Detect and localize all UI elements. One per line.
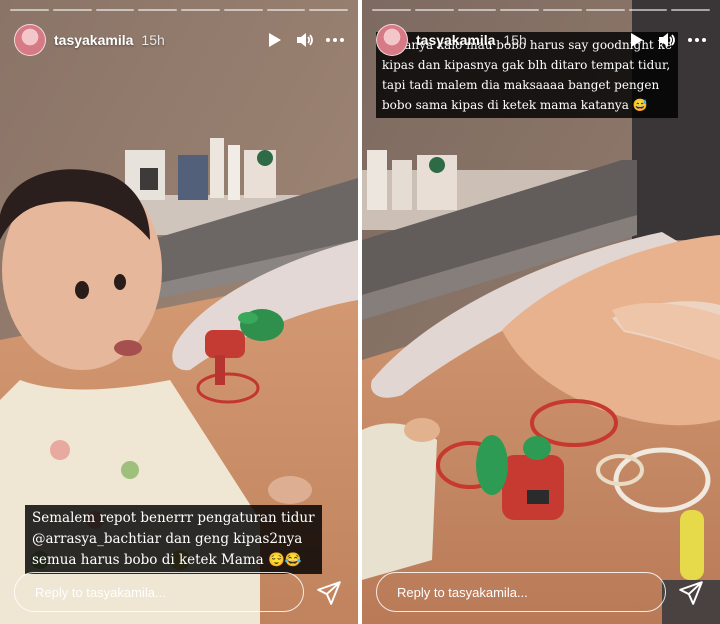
more-options-icon[interactable] (326, 31, 344, 49)
send-icon[interactable] (678, 580, 704, 606)
caption-line: tapi tadi malem dia maksaaaa banget peng… (382, 78, 660, 92)
send-icon[interactable] (316, 580, 342, 606)
story-left[interactable]: tasyakamila 15h Semalem repot benerrr pe… (0, 0, 358, 624)
avatar[interactable] (376, 24, 408, 56)
volume-icon[interactable] (296, 31, 314, 49)
reply-placeholder: Reply to tasyakamila... (35, 584, 166, 600)
reply-input[interactable]: Reply to tasyakamila... (376, 572, 666, 612)
play-icon[interactable] (266, 31, 284, 49)
story-progress-bar (10, 9, 348, 11)
caption-line: kipas dan kipasnya gak blh ditaro tempat… (382, 58, 671, 72)
caption-line: semua harus bobo di ketek Mama 😌😂 (32, 552, 302, 568)
caption-line: @arrasya_bachtiar dan geng kipas2nya (32, 531, 303, 547)
volume-icon[interactable] (658, 31, 676, 49)
story-progress-bar (372, 9, 710, 11)
username[interactable]: tasyakamila (416, 32, 495, 48)
timestamp: 15h (503, 32, 527, 48)
story-header: tasyakamila 15h (376, 24, 706, 56)
username[interactable]: tasyakamila (54, 32, 133, 48)
reply-input[interactable]: Reply to tasyakamila... (14, 572, 304, 612)
story-header: tasyakamila 15h (14, 24, 344, 56)
story-right[interactable]: tasyakamila 15h Kasanya kalo mau bobo ha… (362, 0, 720, 624)
caption-line: Semalem repot benerrr pengaturan tidur (32, 510, 315, 526)
more-options-icon[interactable] (688, 31, 706, 49)
timestamp: 15h (141, 32, 165, 48)
reply-placeholder: Reply to tasyakamila... (397, 584, 528, 600)
story-caption: Semalem repot benerrr pengaturan tidur @… (25, 505, 322, 574)
play-icon[interactable] (628, 31, 646, 49)
caption-line: bobo sama kipas di ketek mama katanya 😅 (382, 98, 648, 112)
avatar[interactable] (14, 24, 46, 56)
